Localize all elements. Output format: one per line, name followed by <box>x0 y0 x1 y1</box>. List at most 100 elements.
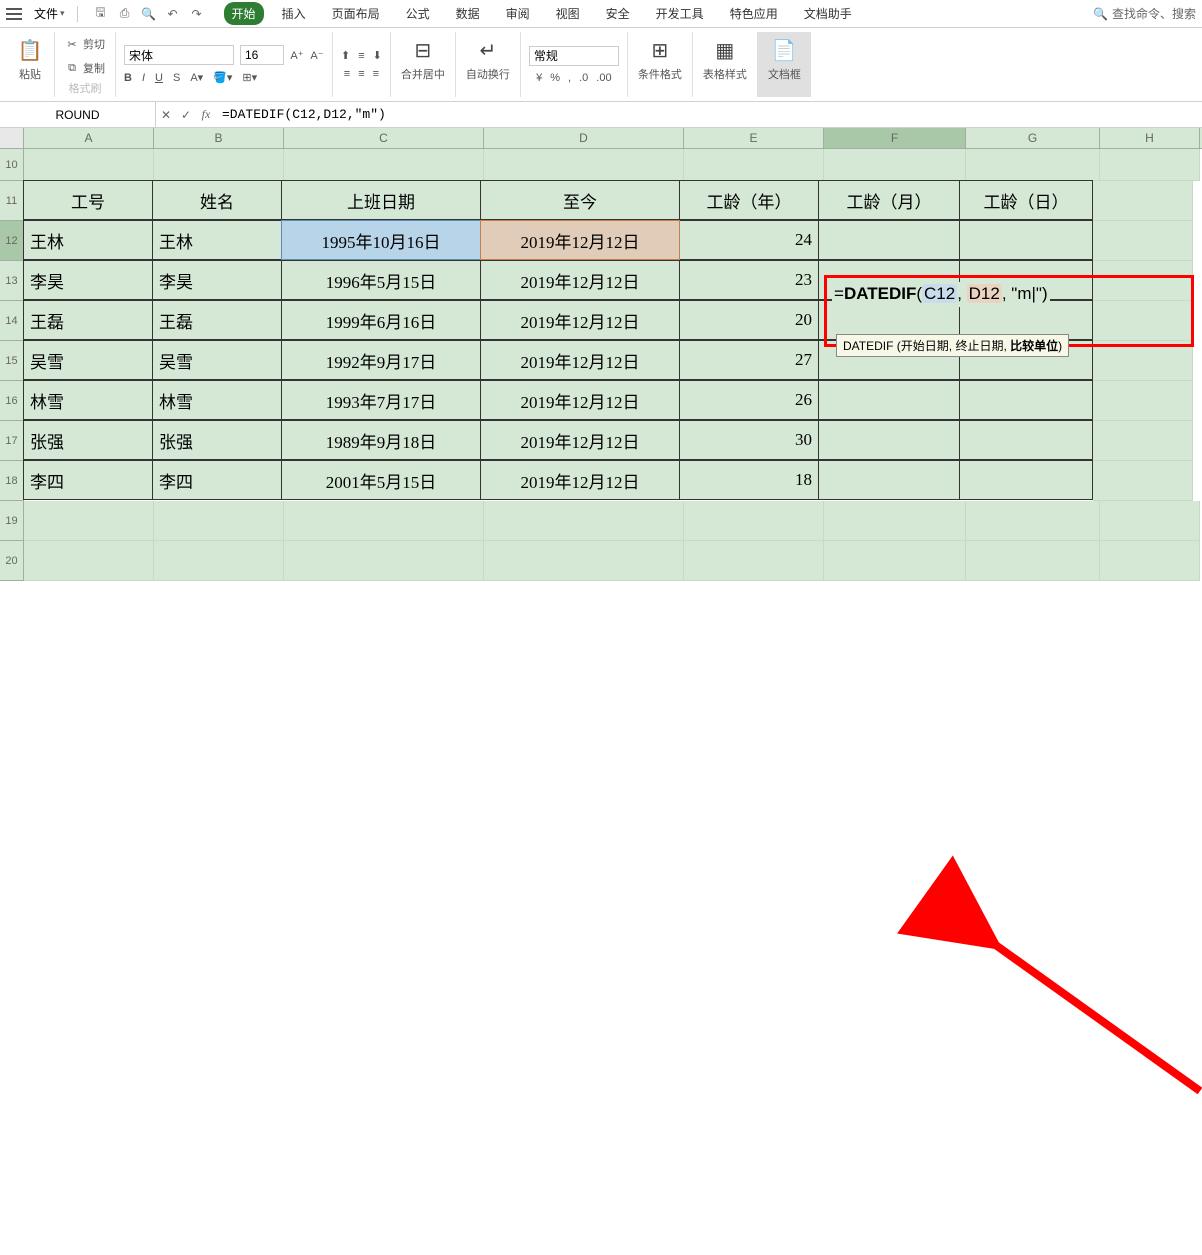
merge-center-button[interactable]: ⊟ 合并居中 <box>399 34 447 84</box>
cell-A15[interactable]: 吴雪 <box>23 340 153 380</box>
cell-F19[interactable] <box>824 501 966 541</box>
tab-special[interactable]: 特色应用 <box>722 2 786 25</box>
cell-F18[interactable] <box>818 460 960 500</box>
tab-review[interactable]: 审阅 <box>498 2 538 25</box>
decrease-font-icon[interactable]: A⁻ <box>310 48 324 62</box>
cell-A17[interactable]: 张强 <box>23 420 153 460</box>
percent-icon[interactable]: % <box>550 72 560 84</box>
save-icon[interactable]: 🖫 <box>92 5 110 23</box>
row-header-15[interactable]: 15 <box>0 341 24 381</box>
cell-F17[interactable] <box>818 420 960 460</box>
cell-D18[interactable]: 2019年12月12日 <box>480 460 680 500</box>
cell-B18[interactable]: 李四 <box>152 460 282 500</box>
table-style-button[interactable]: ▦ 表格样式 <box>701 34 749 84</box>
row-header-18[interactable]: 18 <box>0 461 24 501</box>
print-icon[interactable]: ⎙ <box>116 5 134 23</box>
italic-button[interactable]: I <box>142 72 145 84</box>
file-menu[interactable]: 文件 <box>28 3 71 24</box>
cell-D10[interactable] <box>484 149 684 181</box>
font-name-select[interactable] <box>124 45 234 65</box>
align-right-icon[interactable]: ≡ <box>373 68 379 80</box>
cell-D17[interactable]: 2019年12月12日 <box>480 420 680 460</box>
cell-H14[interactable] <box>1093 301 1193 341</box>
col-header-f[interactable]: F <box>824 128 966 148</box>
cell-A12[interactable]: 王林 <box>23 220 153 260</box>
border-button[interactable]: ⊞▾ <box>242 71 257 84</box>
cell-F20[interactable] <box>824 541 966 581</box>
cell-H11[interactable] <box>1093 181 1193 221</box>
align-center-icon[interactable]: ≡ <box>358 68 364 80</box>
col-header-c[interactable]: C <box>284 128 484 148</box>
format-painter-button[interactable]: 格式刷 <box>67 78 104 98</box>
col-header-g[interactable]: G <box>966 128 1100 148</box>
col-header-d[interactable]: D <box>484 128 684 148</box>
cell-G12[interactable] <box>959 220 1093 260</box>
col-header-b[interactable]: B <box>154 128 284 148</box>
cell-C11[interactable]: 上班日期 <box>281 180 481 220</box>
align-middle-icon[interactable]: ≡ <box>358 50 364 62</box>
col-header-a[interactable]: A <box>24 128 154 148</box>
name-box-input[interactable] <box>8 108 147 122</box>
cell-G10[interactable] <box>966 149 1100 181</box>
currency-icon[interactable]: ¥ <box>536 72 542 84</box>
fx-button[interactable]: fx <box>196 107 216 122</box>
bold-button[interactable]: B <box>124 72 132 84</box>
tab-view[interactable]: 视图 <box>548 2 588 25</box>
row-header-17[interactable]: 17 <box>0 421 24 461</box>
cut-button[interactable]: ✂剪切 <box>63 34 107 54</box>
cell-A16[interactable]: 林雪 <box>23 380 153 420</box>
doc-box-button[interactable]: 📄 文档框 <box>766 34 803 84</box>
cell-D14[interactable]: 2019年12月12日 <box>480 300 680 340</box>
cell-B16[interactable]: 林雪 <box>152 380 282 420</box>
cell-A10[interactable] <box>24 149 154 181</box>
cell-H20[interactable] <box>1100 541 1200 581</box>
cell-G16[interactable] <box>959 380 1093 420</box>
cell-C20[interactable] <box>284 541 484 581</box>
select-all-corner[interactable] <box>0 128 24 148</box>
col-header-e[interactable]: E <box>684 128 824 148</box>
formula-input[interactable] <box>222 107 1196 122</box>
cell-B20[interactable] <box>154 541 284 581</box>
editing-cell-formula[interactable]: =DATEDIF(C12, D12, "m|") <box>832 282 1050 307</box>
cell-F10[interactable] <box>824 149 966 181</box>
cell-D11[interactable]: 至今 <box>480 180 680 220</box>
row-header-19[interactable]: 19 <box>0 501 24 541</box>
cell-F12[interactable] <box>818 220 960 260</box>
undo-icon[interactable]: ↶ <box>164 5 182 23</box>
cell-H12[interactable] <box>1093 221 1193 261</box>
align-bottom-icon[interactable]: ⬇ <box>373 49 382 62</box>
underline-button[interactable]: U <box>155 72 163 84</box>
cell-E19[interactable] <box>684 501 824 541</box>
cell-H18[interactable] <box>1093 461 1193 501</box>
copy-button[interactable]: ⧉复制 <box>63 58 107 78</box>
command-search[interactable]: 🔍 查找命令、搜索 <box>1093 5 1196 22</box>
cell-B19[interactable] <box>154 501 284 541</box>
cell-C19[interactable] <box>284 501 484 541</box>
cell-C16[interactable]: 1993年7月17日 <box>281 380 481 420</box>
cell-E10[interactable] <box>684 149 824 181</box>
cell-B13[interactable]: 李昊 <box>152 260 282 300</box>
cell-H17[interactable] <box>1093 421 1193 461</box>
tab-start[interactable]: 开始 <box>224 2 264 25</box>
tab-security[interactable]: 安全 <box>598 2 638 25</box>
number-format-select[interactable] <box>529 46 619 66</box>
cell-D13[interactable]: 2019年12月12日 <box>480 260 680 300</box>
paste-button[interactable]: 📋 粘贴 <box>14 34 46 84</box>
cell-B14[interactable]: 王磊 <box>152 300 282 340</box>
cell-C18[interactable]: 2001年5月15日 <box>281 460 481 500</box>
tab-data[interactable]: 数据 <box>448 2 488 25</box>
tab-formula[interactable]: 公式 <box>398 2 438 25</box>
cancel-formula-button[interactable]: ✕ <box>156 108 176 122</box>
tab-doc-helper[interactable]: 文档助手 <box>796 2 860 25</box>
cell-F11[interactable]: 工龄（月） <box>818 180 960 220</box>
cell-E11[interactable]: 工龄（年） <box>679 180 819 220</box>
row-header-14[interactable]: 14 <box>0 301 24 341</box>
cell-C13[interactable]: 1996年5月15日 <box>281 260 481 300</box>
cell-C15[interactable]: 1992年9月17日 <box>281 340 481 380</box>
accept-formula-button[interactable]: ✓ <box>176 108 196 122</box>
cell-C10[interactable] <box>284 149 484 181</box>
font-size-select[interactable] <box>240 45 284 65</box>
wrap-text-button[interactable]: ↵ 自动换行 <box>464 34 512 84</box>
cell-B15[interactable]: 吴雪 <box>152 340 282 380</box>
cell-C12[interactable]: 1995年10月16日 <box>281 220 481 260</box>
